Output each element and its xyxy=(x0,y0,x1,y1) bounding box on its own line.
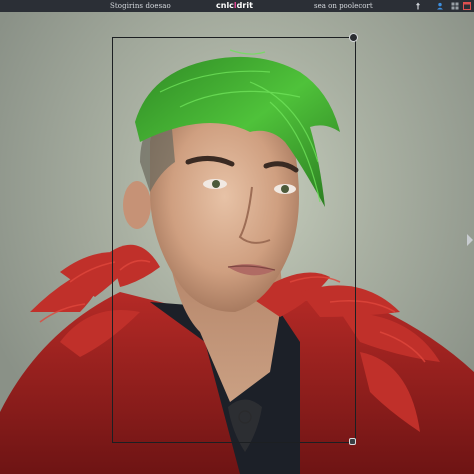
top-bar: Stogirins doesao cnlcldrit sea on poolec… xyxy=(0,0,474,12)
editor-app: Stogirins doesao cnlcldrit sea on poolec… xyxy=(0,0,474,474)
side-panel-toggle-icon[interactable] xyxy=(466,233,474,247)
window-icon[interactable] xyxy=(463,2,471,10)
logo-part-1: cnlc xyxy=(216,1,234,10)
topbar-right-label[interactable]: sea on poolecort xyxy=(314,0,373,12)
rotate-handle[interactable] xyxy=(349,33,358,42)
user-icon[interactable] xyxy=(436,2,444,10)
grid-icon[interactable] xyxy=(451,2,459,10)
crop-selection-frame[interactable] xyxy=(112,37,356,443)
resize-handle[interactable] xyxy=(349,438,356,445)
pin-icon[interactable] xyxy=(414,2,422,10)
logo-part-3: drit xyxy=(236,1,253,10)
app-logo[interactable]: cnlcldrit xyxy=(216,0,253,12)
topbar-left-label[interactable]: Stogirins doesao xyxy=(110,0,171,12)
